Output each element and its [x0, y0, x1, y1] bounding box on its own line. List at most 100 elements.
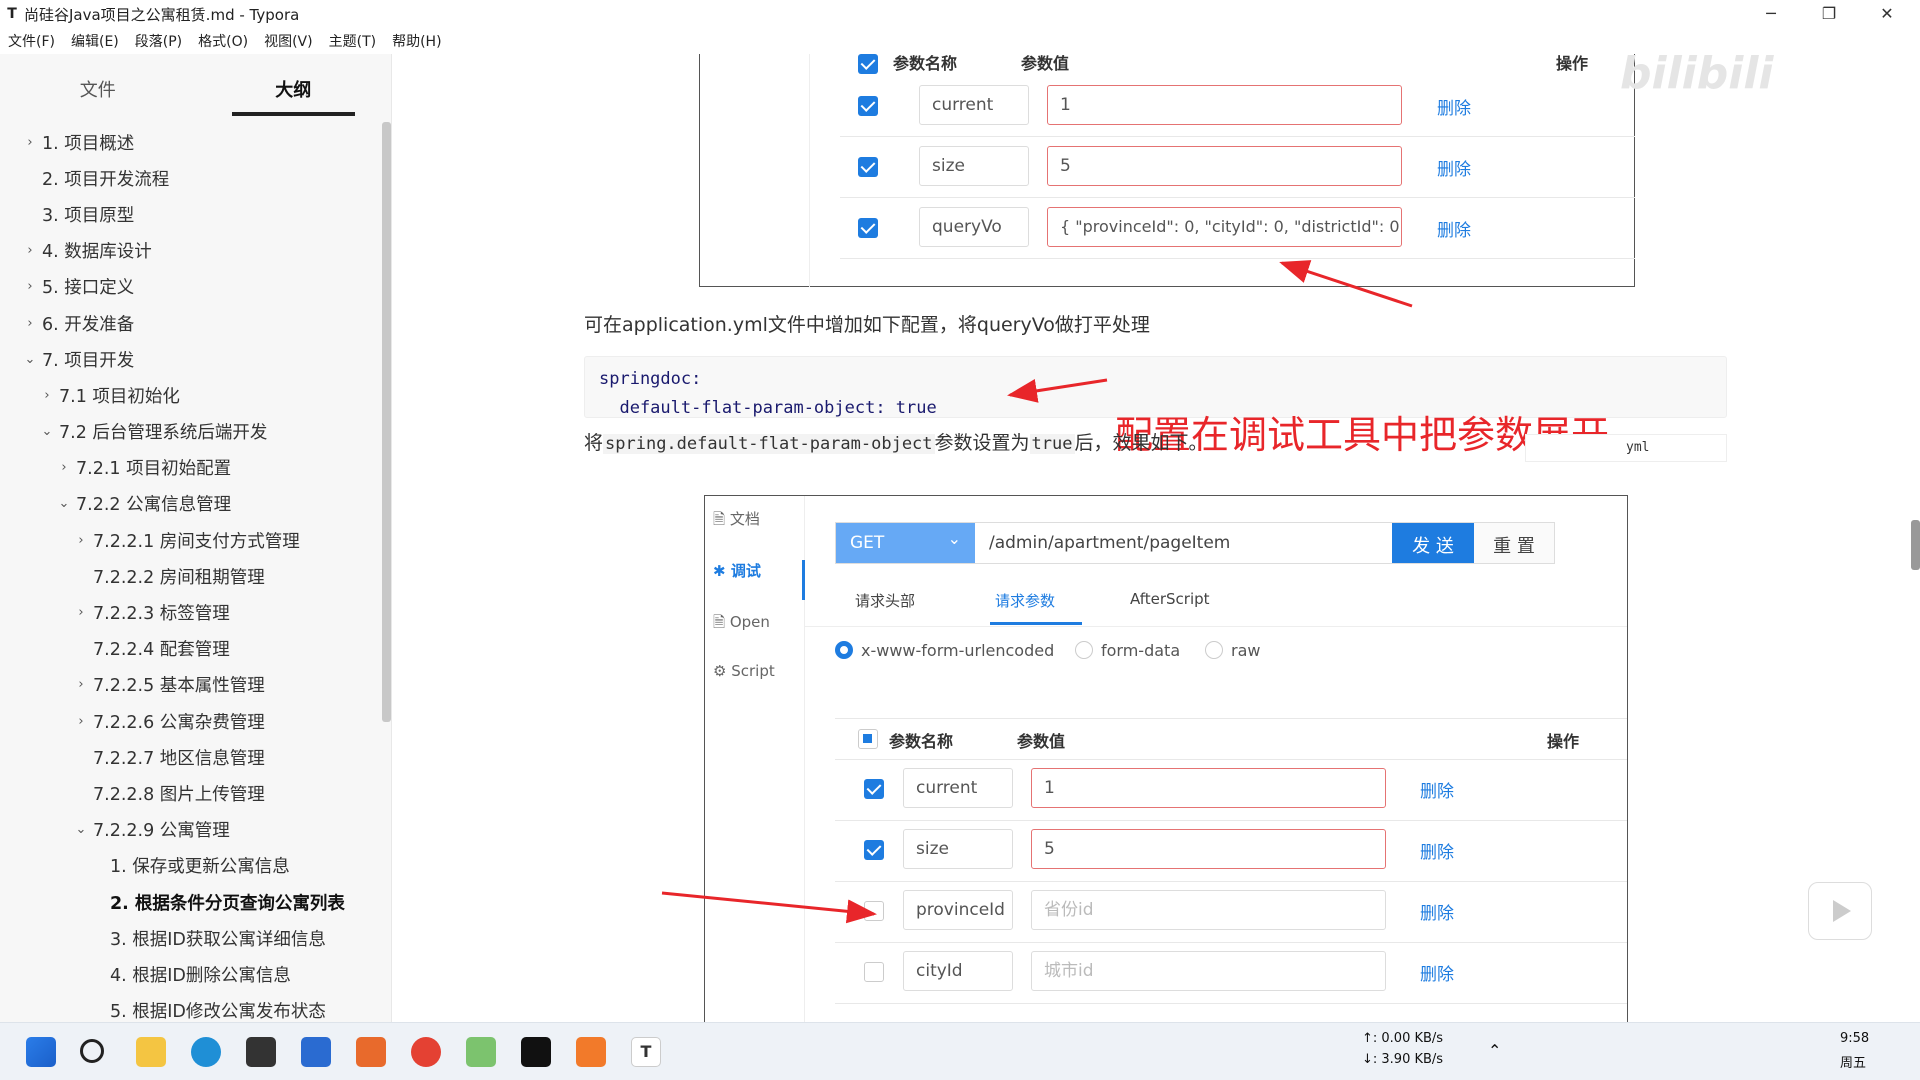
- close-button[interactable]: ✕: [1864, 0, 1910, 28]
- outline-item[interactable]: 3. 项目原型: [0, 196, 382, 232]
- chevron-down-icon[interactable]: ⌄: [39, 424, 55, 439]
- param-name-field[interactable]: current: [919, 85, 1029, 125]
- outline-item[interactable]: 7.2.2.4 配套管理: [0, 631, 382, 667]
- menu-paragraph[interactable]: 段落(P): [135, 31, 182, 51]
- param-value-field[interactable]: 5: [1031, 829, 1386, 869]
- delete-button[interactable]: 删除: [1420, 960, 1454, 985]
- radio-raw[interactable]: raw: [1205, 641, 1260, 660]
- terminal-icon[interactable]: [246, 1037, 276, 1067]
- menu-file[interactable]: 文件(F): [8, 31, 55, 51]
- tab-outline[interactable]: 大纲: [196, 54, 392, 116]
- sublime-icon[interactable]: [576, 1037, 606, 1067]
- typora-icon[interactable]: T: [631, 1037, 661, 1067]
- row-checkbox[interactable]: [864, 901, 884, 921]
- chevron-right-icon[interactable]: ›: [22, 243, 38, 258]
- app-orange-icon[interactable]: [356, 1037, 386, 1067]
- chevron-right-icon[interactable]: ›: [22, 279, 38, 294]
- url-input[interactable]: /admin/apartment/pageItem: [975, 523, 1392, 563]
- param-name-field[interactable]: size: [919, 146, 1029, 186]
- chrome-icon[interactable]: [411, 1037, 441, 1067]
- chevron-down-icon[interactable]: ⌄: [73, 822, 89, 837]
- delete-button[interactable]: 删除: [1420, 777, 1454, 802]
- radio-urlencoded[interactable]: x-www-form-urlencoded: [835, 641, 1054, 660]
- app-pinwheel-icon[interactable]: [466, 1037, 496, 1067]
- param-name-field[interactable]: cityId: [903, 951, 1013, 991]
- menu-format[interactable]: 格式(O): [198, 31, 248, 51]
- chevron-right-icon[interactable]: ›: [73, 714, 89, 729]
- outline-item[interactable]: 7.2.2.8 图片上传管理: [0, 775, 382, 811]
- chevron-right-icon[interactable]: ›: [22, 316, 38, 331]
- outline-item[interactable]: ⌄ 7.2.2.9 公寓管理: [0, 812, 382, 848]
- menu-theme[interactable]: 主题(T): [329, 31, 376, 51]
- chevron-right-icon[interactable]: ›: [73, 533, 89, 548]
- outline-item[interactable]: › 1. 项目概述: [0, 124, 382, 160]
- outline-item[interactable]: 4. 根据ID删除公寓信息: [0, 956, 382, 992]
- outline-item[interactable]: › 5. 接口定义: [0, 269, 382, 305]
- menu-view[interactable]: 视图(V): [264, 31, 313, 51]
- outline-item[interactable]: › 6. 开发准备: [0, 305, 382, 341]
- code-language-tag[interactable]: yml: [1525, 434, 1727, 462]
- clock-time[interactable]: 9:58: [1840, 1031, 1869, 1046]
- row-checkbox[interactable]: [858, 218, 878, 238]
- row-checkbox[interactable]: [864, 779, 884, 799]
- edge-icon[interactable]: [191, 1037, 221, 1067]
- clock-day[interactable]: 周五: [1840, 1052, 1866, 1071]
- chevron-right-icon[interactable]: ›: [56, 460, 72, 475]
- nav-item-docs[interactable]: 🗎 文档: [713, 508, 760, 534]
- tab-request-params[interactable]: 请求参数: [995, 590, 1055, 611]
- outline-item[interactable]: ⌄ 7. 项目开发: [0, 341, 382, 377]
- method-select[interactable]: GET: [836, 523, 975, 563]
- row-checkbox[interactable]: [858, 157, 878, 177]
- header-checkbox[interactable]: [858, 54, 878, 74]
- param-name-field[interactable]: current: [903, 768, 1013, 808]
- param-name-field[interactable]: queryVo: [919, 207, 1029, 247]
- param-value-field[interactable]: { "provinceId": 0, "cityId": 0, "distric…: [1047, 207, 1402, 247]
- nav-item-open[interactable]: 🗎 Open: [713, 612, 770, 637]
- delete-button[interactable]: 删除: [1420, 899, 1454, 924]
- chevron-right-icon[interactable]: ›: [73, 605, 89, 620]
- outline-item[interactable]: › 4. 数据库设计: [0, 233, 382, 269]
- row-checkbox[interactable]: [864, 840, 884, 860]
- param-value-field[interactable]: 城市id: [1031, 951, 1386, 991]
- chevron-up-icon[interactable]: ⌃: [1488, 1041, 1501, 1060]
- param-value-field[interactable]: 5: [1047, 146, 1402, 186]
- param-name-field[interactable]: provinceId: [903, 890, 1013, 930]
- outline-item[interactable]: 7.2.2.7 地区信息管理: [0, 739, 382, 775]
- outline-item[interactable]: ⌄ 7.2 后台管理系统后端开发: [0, 414, 382, 450]
- chevron-down-icon[interactable]: ⌄: [56, 496, 72, 511]
- tab-request-headers[interactable]: 请求头部: [855, 590, 915, 611]
- chevron-right-icon[interactable]: ›: [73, 677, 89, 692]
- delete-button[interactable]: 删除: [1437, 94, 1471, 119]
- store-icon[interactable]: [301, 1037, 331, 1067]
- menu-edit[interactable]: 编辑(E): [71, 31, 119, 51]
- outline-item[interactable]: ⌄ 7.2.2 公寓信息管理: [0, 486, 382, 522]
- sidebar-scrollbar[interactable]: [382, 122, 391, 722]
- editor-scrollbar[interactable]: [1911, 520, 1920, 570]
- outline-item[interactable]: 3. 根据ID获取公寓详细信息: [0, 920, 382, 956]
- param-value-field[interactable]: 省份id: [1031, 890, 1386, 930]
- file-explorer-icon[interactable]: [136, 1037, 166, 1067]
- outline-item[interactable]: › 7.2.2.6 公寓杂费管理: [0, 703, 382, 739]
- outline-item[interactable]: 2. 根据条件分页查询公寓列表: [0, 884, 382, 920]
- send-button[interactable]: 发 送: [1392, 523, 1474, 563]
- outline-item[interactable]: 2. 项目开发流程: [0, 160, 382, 196]
- windows-start-icon[interactable]: [26, 1037, 56, 1067]
- outline-item[interactable]: › 7.2.2.3 标签管理: [0, 594, 382, 630]
- play-icon[interactable]: [1808, 882, 1872, 940]
- row-checkbox[interactable]: [864, 962, 884, 982]
- outline-item[interactable]: › 7.2.2.5 基本属性管理: [0, 667, 382, 703]
- nav-item-debug[interactable]: ✱ 调试: [713, 560, 761, 581]
- maximize-button[interactable]: ❐: [1806, 0, 1852, 28]
- outline-item[interactable]: › 7.2.2.1 房间支付方式管理: [0, 522, 382, 558]
- search-icon[interactable]: [80, 1039, 104, 1063]
- delete-button[interactable]: 删除: [1437, 155, 1471, 180]
- radio-form-data[interactable]: form-data: [1075, 641, 1180, 660]
- param-value-field[interactable]: 1: [1031, 768, 1386, 808]
- outline-item[interactable]: › 7.1 项目初始化: [0, 377, 382, 413]
- outline-item[interactable]: › 7.2.1 项目初始配置: [0, 450, 382, 486]
- row-checkbox[interactable]: [858, 96, 878, 116]
- outline-item[interactable]: 1. 保存或更新公寓信息: [0, 848, 382, 884]
- chevron-down-icon[interactable]: ⌄: [22, 352, 38, 367]
- tab-files[interactable]: 文件: [0, 54, 196, 114]
- delete-button[interactable]: 删除: [1420, 838, 1454, 863]
